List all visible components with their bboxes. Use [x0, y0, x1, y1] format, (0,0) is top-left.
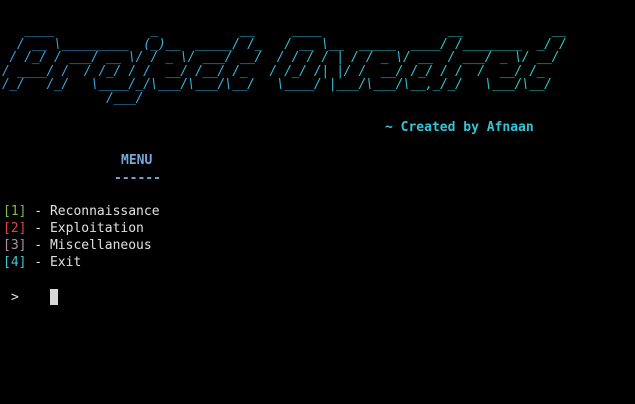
menu-title: MENU: [121, 153, 153, 168]
menu-option-miscellaneous: [3] - Miscellaneous: [3, 237, 160, 254]
menu-option-exit: [4] - Exit: [3, 254, 160, 271]
ascii-art-banner: ____ _ __ ____ __ __ / __ \_________ (_)…: [2, 24, 566, 105]
option-label: - Exit: [26, 255, 82, 270]
option-number: [4]: [3, 255, 27, 270]
option-label: - Miscellaneous: [26, 238, 152, 253]
option-label: - Reconnaissance: [26, 204, 160, 219]
menu-title-underline: ------: [114, 171, 161, 186]
text-cursor[interactable]: [50, 289, 58, 305]
menu-options-list: [1] - Reconnaissance [2] - Exploitation …: [3, 203, 160, 271]
input-prompt-symbol: >: [11, 290, 19, 305]
banner-line: /___/: [2, 90, 144, 106]
author-credit: ~ Created by Afnaan: [385, 120, 534, 135]
option-number: [3]: [3, 238, 27, 253]
option-number: [1]: [3, 204, 27, 219]
terminal-window[interactable]: ____ _ __ ____ __ __ / __ \_________ (_)…: [0, 0, 635, 404]
menu-option-reconnaissance: [1] - Reconnaissance: [3, 203, 160, 220]
menu-option-exploitation: [2] - Exploitation: [3, 220, 160, 237]
option-label: - Exploitation: [26, 221, 144, 236]
option-number: [2]: [3, 221, 27, 236]
